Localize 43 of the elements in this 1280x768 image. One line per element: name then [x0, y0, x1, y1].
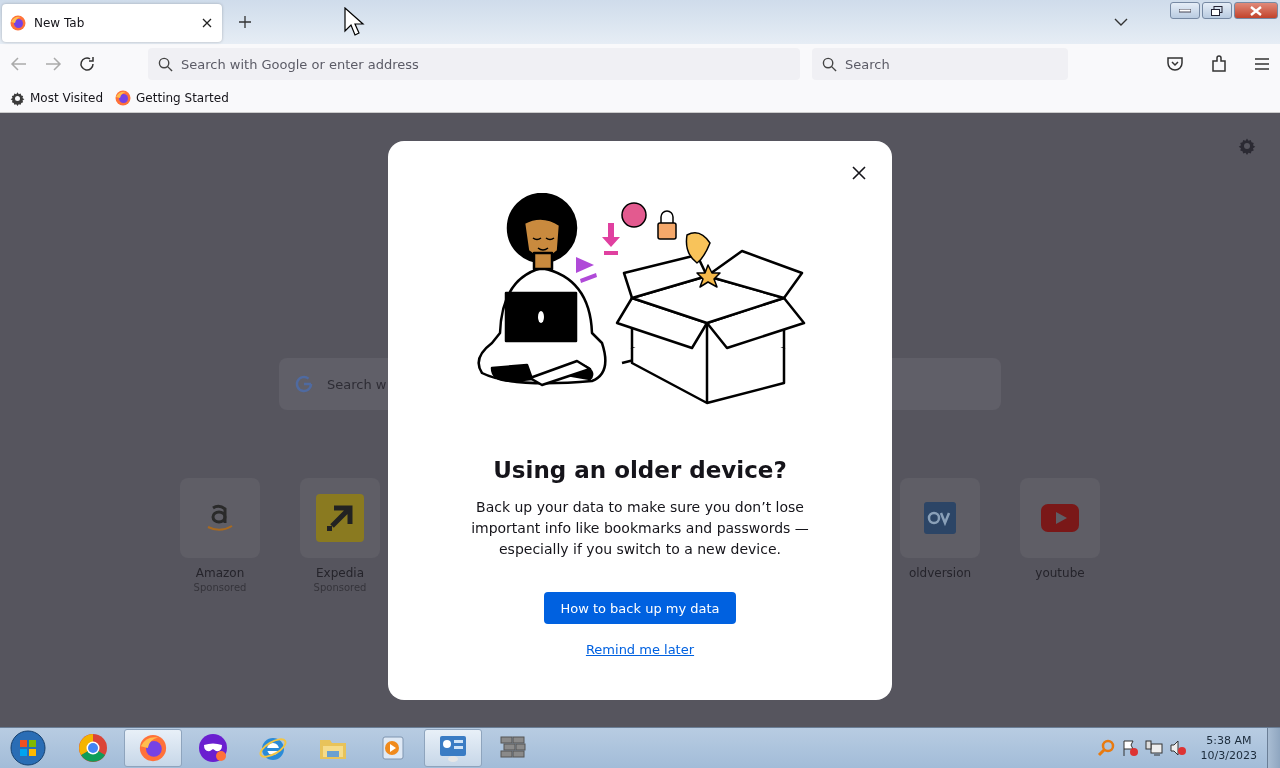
search-icon — [158, 56, 173, 72]
shortcut-tile[interactable] — [1020, 478, 1100, 558]
g-logo-icon — [295, 375, 313, 393]
close-tab-button[interactable] — [200, 16, 214, 30]
mouse-cursor-icon — [344, 7, 366, 37]
search-field[interactable]: Search — [812, 48, 1068, 80]
new-tab-button[interactable] — [236, 13, 254, 31]
backup-button[interactable]: How to back up my data — [544, 592, 736, 624]
restore-button[interactable] — [1202, 2, 1232, 19]
taskbar-app-button[interactable] — [124, 729, 182, 767]
play-logo-icon — [1041, 504, 1079, 532]
minimize-icon — [1179, 8, 1191, 13]
browser-tab[interactable]: New Tab — [2, 4, 222, 42]
gear-icon — [10, 90, 25, 106]
bookmark-link[interactable]: Most Visited — [10, 90, 104, 106]
bookmark-link[interactable]: Getting Started — [115, 90, 229, 106]
mask-icon — [198, 733, 228, 763]
search-icon — [822, 56, 837, 72]
arrow-logo-icon — [316, 494, 364, 542]
address-field[interactable]: Search with Google or enter address — [148, 48, 800, 80]
shortcut-tile[interactable] — [180, 478, 260, 558]
network-icon[interactable] — [1144, 739, 1163, 757]
firefox-icon — [139, 734, 167, 762]
clock[interactable]: 5:38 AM 10/3/2023 — [1200, 733, 1257, 763]
speaker-muted-icon[interactable] — [1168, 739, 1187, 757]
pocket-button[interactable] — [1164, 54, 1186, 74]
close-window-button[interactable] — [1234, 2, 1278, 19]
browser-icon — [78, 733, 108, 763]
tab-title: New Tab — [34, 16, 86, 30]
menu-button[interactable] — [1252, 55, 1272, 73]
dialog-message: Back up your data to make sure you don’t lose important info like bookmarks and passwords — especially if you switch to a new device. — [470, 498, 810, 559]
firefox-icon — [10, 15, 26, 31]
control-panel-icon — [437, 733, 469, 763]
firefox-icon — [115, 90, 132, 106]
ov-logo-icon — [924, 502, 956, 534]
dialog-title: Using an older device? — [493, 457, 787, 483]
taskbar-app-button[interactable] — [424, 729, 482, 767]
shortcut-tile[interactable] — [300, 478, 380, 558]
close-icon — [1250, 5, 1262, 16]
shortcut-tile[interactable] — [900, 478, 980, 558]
flag-error-icon[interactable] — [1120, 739, 1139, 757]
restore-icon — [1211, 5, 1223, 16]
remind-later-link[interactable]: Remind me later — [585, 642, 695, 657]
